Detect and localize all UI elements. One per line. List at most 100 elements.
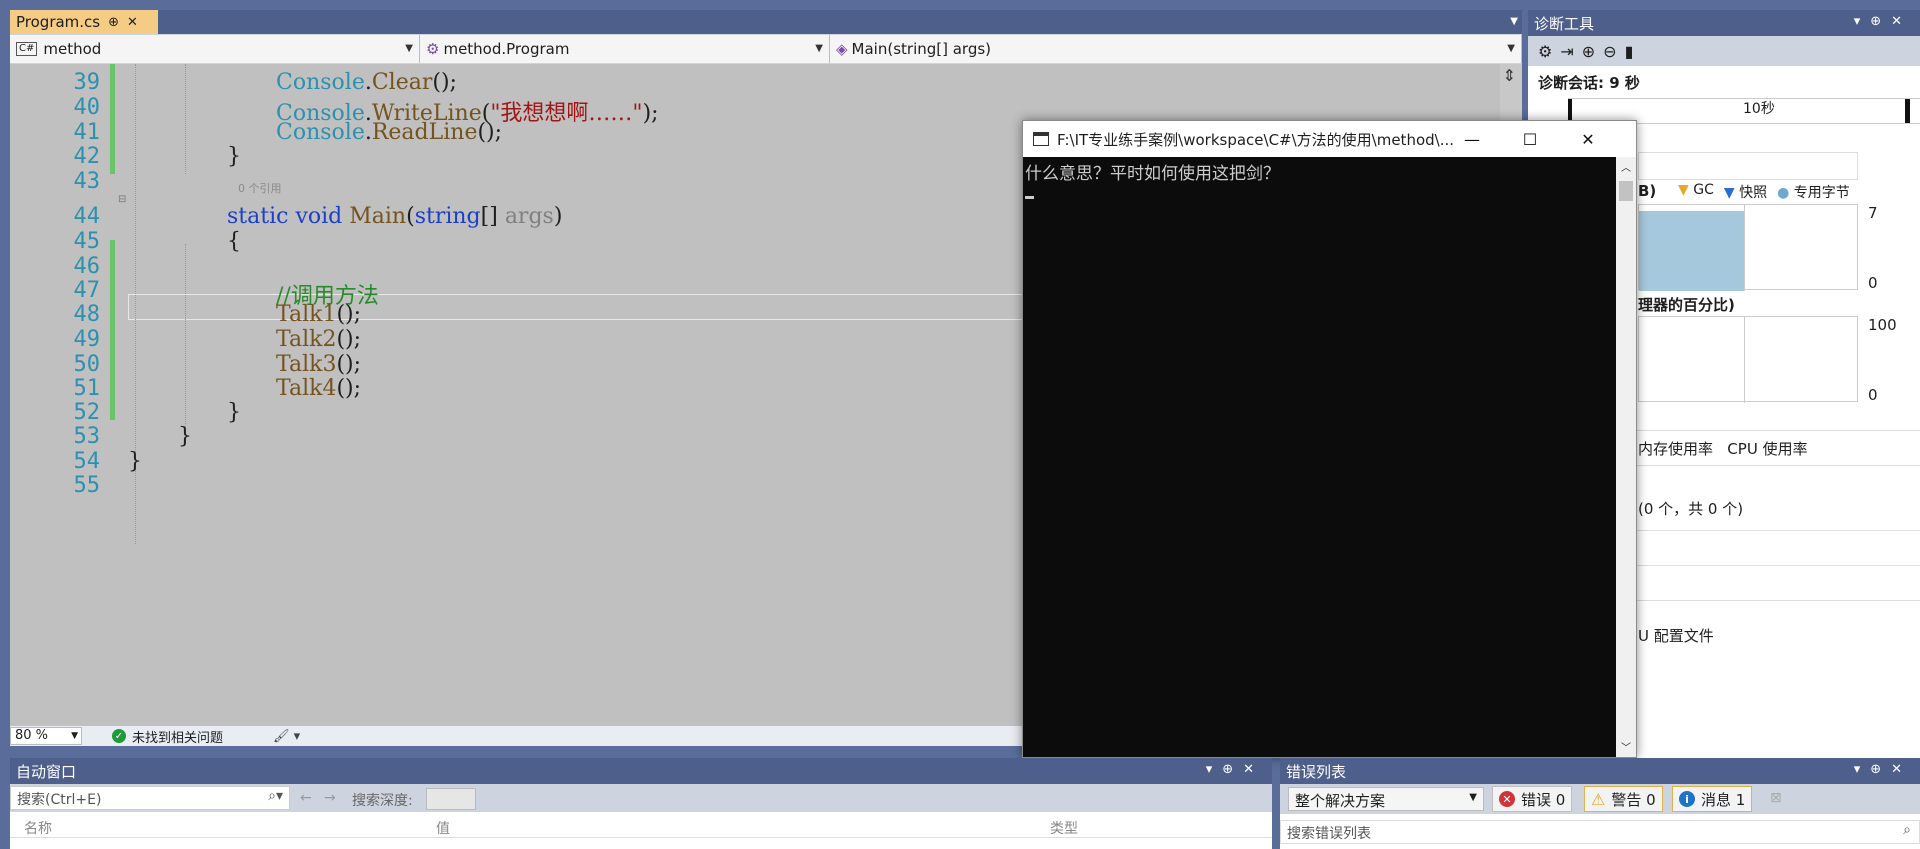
scope-dropdown[interactable]: 整个解决方案 ▼ (1288, 787, 1484, 811)
tab-program-cs[interactable]: Program.cs ⊕ ✕ (10, 10, 158, 34)
line-number: 52 (73, 400, 101, 425)
chevron-down-icon: ▼ (1469, 792, 1477, 803)
close-button[interactable]: ✕ (1559, 121, 1617, 157)
line-number: 55 (73, 473, 101, 498)
project-name: method (43, 40, 102, 58)
memory-usage-area (1639, 211, 1744, 291)
panel-window-buttons[interactable]: ▾⊕✕ (1206, 762, 1264, 777)
diag-tabs[interactable]: 内存使用率 CPU 使用率 (1638, 438, 1808, 459)
column-type[interactable]: 类型 (1050, 818, 1078, 838)
settings-icon[interactable]: ⚙ (1538, 42, 1552, 61)
collapse-icon[interactable]: ⊟ (118, 194, 126, 205)
memory-chart (1638, 204, 1858, 291)
console-title-bar[interactable]: F:\IT专业练手案例\workspace\C#\方法的使用\method\..… (1023, 121, 1636, 157)
minimize-button[interactable]: — (1443, 121, 1501, 157)
zoom-in-icon[interactable]: ⊕ (1582, 42, 1595, 61)
timeline-tick: 10秒 (1743, 101, 1775, 117)
line-number: 46 (73, 254, 101, 279)
navigation-bar: C# method ▼ ⚙ method.Program ▼ ◈ Main(st… (10, 34, 1522, 64)
search-depth-dropdown[interactable] (426, 788, 476, 810)
class-name: method.Program (443, 40, 570, 58)
line-number: 44 (73, 204, 101, 229)
change-indicator (110, 64, 115, 174)
scroll-up-icon[interactable]: ︿ (1621, 159, 1631, 174)
console-output-line: 什么意思？平时如何使用这把剑？ (1025, 164, 1280, 184)
close-icon[interactable]: ✕ (127, 15, 138, 30)
class-combo[interactable]: ⚙ method.Program ▼ (420, 35, 830, 63)
chart-icon[interactable]: ▮ (1625, 42, 1634, 61)
project-combo[interactable]: C# method ▼ (10, 35, 420, 63)
legend-private-bytes: ● 专用字节 (1777, 185, 1850, 201)
column-value[interactable]: 值 (436, 818, 450, 838)
code-line-39: Console.Clear(); (276, 70, 457, 95)
line-number: 45 (73, 229, 101, 254)
panel-window-buttons[interactable]: ▾⊕✕ (1854, 762, 1912, 777)
panel-window-buttons[interactable]: ▾⊕✕ (1854, 14, 1912, 29)
class-icon: ⚙ (426, 40, 440, 58)
autos-window: 自动窗口 ▾⊕✕ 搜索(Ctrl+E) ⌕▾ ← → 搜索深度: 名称 值 类型 (10, 758, 1272, 849)
code-line-48: Talk1(); (276, 302, 362, 327)
console-window[interactable]: F:\IT专业练手案例\workspace\C#\方法的使用\method\..… (1022, 120, 1637, 758)
line-number: 40 (73, 95, 101, 120)
panel-title: 自动窗口 ▾⊕✕ (10, 758, 1272, 784)
zoom-out-icon[interactable]: ⊖ (1603, 42, 1616, 61)
tab-list-dropdown-icon[interactable]: ▼ (1510, 16, 1518, 27)
cpu-chart (1638, 316, 1858, 403)
errors-filter-button[interactable]: ✕ 错误 0 (1492, 786, 1573, 812)
chevron-down-icon: ▼ (1507, 43, 1515, 54)
search-icon[interactable]: ⌕▾ (268, 788, 283, 804)
member-combo[interactable]: ◈ Main(string[] args) ▼ (830, 35, 1522, 63)
search-icon[interactable]: ⌕ (1903, 822, 1911, 838)
diag-toolbar: ⚙ ⇥ ⊕ ⊖ ▮ (1528, 36, 1920, 66)
zoom-dropdown[interactable]: 80 % ▼ (10, 727, 82, 745)
console-output[interactable]: 什么意思？平时如何使用这把剑？ (1023, 157, 1615, 757)
line-number-gutter: 39 40 41 42 43 44 45 46 47 48 49 50 51 5… (10, 64, 110, 726)
scroll-thumb[interactable] (1619, 181, 1633, 201)
line-number: 47 (73, 278, 101, 303)
split-window-icon[interactable]: ⇕ (1503, 66, 1516, 85)
events-count: (0 个，共 0 个) (1638, 500, 1744, 518)
cpu-max-label: 100 (1868, 316, 1897, 334)
code-line-45: { (227, 229, 241, 254)
chevron-down-icon: ▼ (71, 731, 78, 741)
line-number: 41 (73, 120, 101, 145)
editor-tab-strip: Program.cs ⊕ ✕ ▼ (10, 10, 1522, 34)
search-depth-label: 搜索深度: (352, 793, 413, 809)
timeline-end-marker (1905, 99, 1910, 123)
autos-column-headers: 名称 值 类型 (10, 814, 1272, 838)
code-cleanup-icon[interactable]: 🖌 ▾ (273, 729, 300, 744)
issues-text: 未找到相关问题 (132, 730, 224, 746)
export-icon[interactable]: ⇥ (1560, 42, 1573, 61)
line-number: 43 (73, 169, 101, 194)
memory-min-label: 0 (1868, 274, 1878, 292)
warnings-filter-button[interactable]: ⚠ 警告 0 (1584, 786, 1663, 812)
pin-icon[interactable]: ⊕ (108, 15, 119, 30)
forward-arrow-icon[interactable]: → (324, 790, 336, 806)
back-arrow-icon[interactable]: ← (300, 790, 312, 806)
autos-search-input[interactable]: 搜索(Ctrl+E) ⌕▾ (10, 786, 290, 810)
line-number: 42 (73, 144, 101, 169)
panel-title: 错误列表 ▾⊕✕ (1280, 758, 1920, 784)
console-app-icon (1033, 132, 1049, 146)
change-indicator (110, 240, 115, 420)
line-number: 49 (73, 327, 101, 352)
code-line-53: } (178, 424, 192, 449)
filter-clear-icon[interactable]: ⊠ (1770, 790, 1782, 806)
tab-label: Program.cs (16, 13, 101, 31)
messages-filter-button[interactable]: i 消息 1 (1672, 786, 1753, 812)
reference-count-hint[interactable]: 0 个引用 (238, 180, 282, 196)
code-line-50: Talk3(); (276, 352, 362, 377)
line-number: 54 (73, 449, 101, 474)
legend-snapshot: ▼ 快照 (1723, 185, 1768, 201)
cpu-profile-link[interactable]: U 配置文件 (1638, 625, 1714, 646)
column-name[interactable]: 名称 (24, 818, 52, 838)
line-number: 48 (73, 302, 101, 327)
event-lane (1638, 152, 1858, 180)
cpu-header: 理器的百分比) (1638, 296, 1735, 314)
scroll-down-icon[interactable]: ﹀ (1621, 739, 1631, 754)
error-list-window: 错误列表 ▾⊕✕ 整个解决方案 ▼ ✕ 错误 0 ⚠ 警告 0 i 消息 1 ⊠… (1280, 758, 1920, 849)
console-scrollbar[interactable]: ︿ ﹀ (1616, 157, 1636, 757)
error-list-search-input[interactable]: 搜索错误列表 ⌕ (1280, 820, 1920, 844)
issues-indicator[interactable]: ✓ 未找到相关问题 (112, 727, 223, 746)
maximize-button[interactable]: ☐ (1501, 121, 1559, 157)
